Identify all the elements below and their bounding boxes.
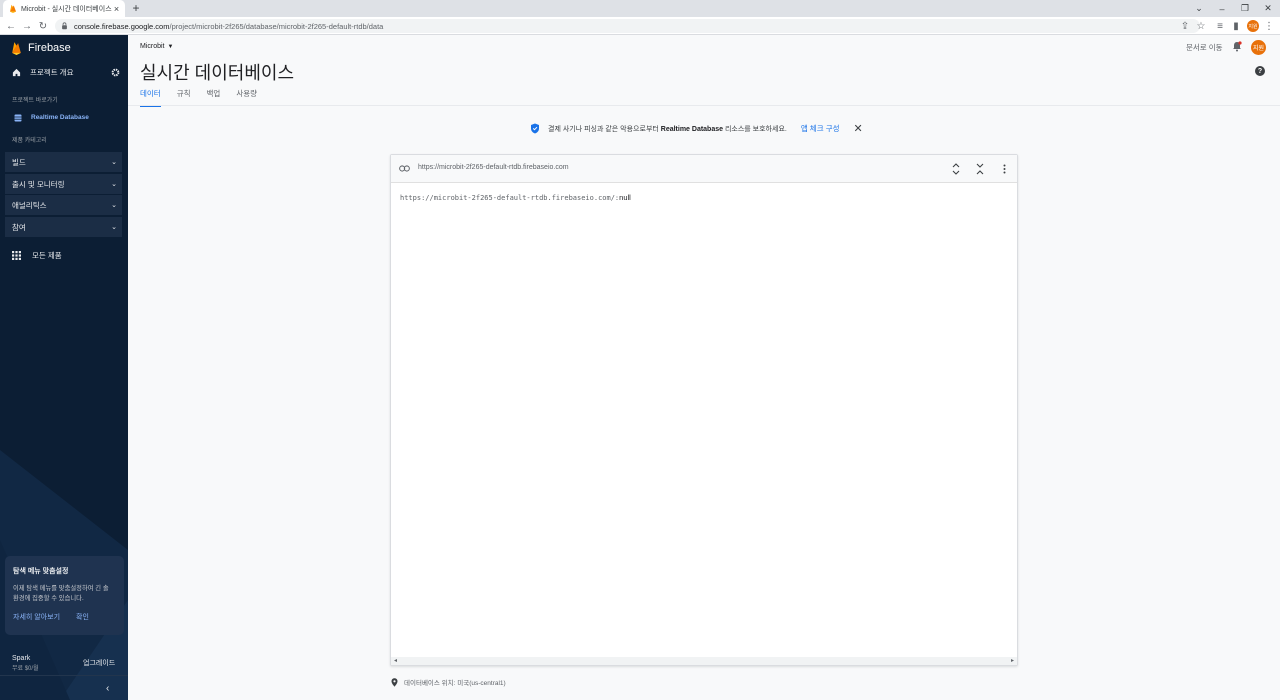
horizontal-scrollbar[interactable]: ◂ ▸ <box>391 657 1017 665</box>
sidebar-divider <box>0 675 128 676</box>
account-avatar[interactable]: 지원 <box>1251 40 1266 55</box>
shortcuts-heading: 프로젝트 바로가기 <box>12 98 58 104</box>
collapse-sidebar-icon[interactable]: ‹ <box>106 683 109 694</box>
database-viewer-header: https://microbit-2f265-default-rtdb.fire… <box>391 155 1017 183</box>
restore-icon[interactable]: ❐ <box>1233 0 1257 17</box>
brand-name: Firebase <box>28 42 71 54</box>
caret-down-icon: ▼ <box>167 43 174 50</box>
database-viewer: https://microbit-2f265-default-rtdb.fire… <box>390 154 1018 666</box>
browser-tab[interactable]: Microbit - 실시간 데이터베이스 × <box>3 0 125 17</box>
project-name: Microbit <box>140 43 165 50</box>
sidebar-item-overview[interactable]: 프로젝트 개요 <box>12 67 120 78</box>
back-icon[interactable]: ← <box>4 19 18 33</box>
chevron-down-icon: ⌄ <box>111 224 117 231</box>
tabs-divider <box>128 105 1280 106</box>
sidebar-group-label: 애널리틱스 <box>12 200 47 210</box>
database-location: 데이터베이스 위치: 미국(us-central1) <box>391 677 506 687</box>
docs-link[interactable]: 문서로 이동 <box>1186 42 1223 53</box>
gear-icon[interactable] <box>111 68 120 77</box>
home-icon <box>12 68 21 77</box>
browser-menu-icon[interactable]: ⋮ <box>1262 19 1276 33</box>
upgrade-button[interactable]: 업그레이드 <box>83 658 115 668</box>
lock-icon <box>62 22 67 30</box>
help-icon[interactable]: ? <box>1255 66 1265 76</box>
bookmark-star-icon[interactable]: ☆ <box>1194 19 1208 33</box>
sidebar-item-label: Realtime Database <box>31 114 89 121</box>
sidebar-item-realtime-database[interactable]: Realtime Database <box>0 111 128 124</box>
sidebar-group-build[interactable]: 빌드 ⌄ <box>5 152 122 172</box>
plan-name: Spark <box>12 655 31 662</box>
tab-search-icon[interactable]: ⌄ <box>1187 0 1211 17</box>
more-options-icon[interactable] <box>998 161 1010 177</box>
sidebar-group-label: 참여 <box>12 222 26 232</box>
apps-grid-icon <box>12 251 21 260</box>
configure-app-check-link[interactable]: 앱 체크 구성 <box>801 123 840 134</box>
forward-icon[interactable]: → <box>20 19 34 33</box>
database-root-node[interactable]: https://microbit-2f265-default-rtdb.fire… <box>400 193 631 202</box>
page-title: 실시간 데이터베이스 <box>140 63 295 83</box>
reading-list-icon[interactable]: ≡ <box>1213 19 1227 33</box>
firebase-flame-icon <box>12 42 21 55</box>
sidebar-group-release-monitor[interactable]: 출시 및 모니터링 ⌄ <box>5 174 122 194</box>
app-check-banner: 결제 사기나 피싱과 같은 악용으로부터 Realtime Database 리… <box>530 122 863 135</box>
url-path: /project/microbit-2f265/database/microbi… <box>169 21 384 31</box>
firebase-favicon-icon <box>10 4 16 13</box>
confirm-button[interactable]: 확인 <box>76 612 89 622</box>
chevron-down-icon: ⌄ <box>111 159 117 166</box>
close-icon[interactable]: ✕ <box>854 122 863 135</box>
sidebar-group-label: 빌드 <box>12 157 26 167</box>
sidebar-group-engage[interactable]: 참여 ⌄ <box>5 217 122 237</box>
card-title: 탐색 메뉴 맞춤설정 <box>13 568 69 575</box>
link-icon[interactable] <box>399 164 410 173</box>
url-host: console.firebase.google.com <box>74 21 170 31</box>
tab-close-icon[interactable]: × <box>112 4 121 14</box>
root-path: https://microbit-2f265-default-rtdb.fire… <box>400 194 620 202</box>
sidebar-item-label: 모든 제품 <box>32 251 62 260</box>
browser-toolbar: ← → ↻ console.firebase.google.com/projec… <box>0 17 1280 35</box>
minimize-icon[interactable]: – <box>1210 0 1234 17</box>
browser-tabstrip: Microbit - 실시간 데이터베이스 × + ⌄ – ❐ ✕ <box>0 0 1280 17</box>
side-panel-icon[interactable]: ▮ <box>1229 19 1243 33</box>
shield-icon <box>531 123 539 134</box>
card-body: 이제 탐색 메뉴를 맞춤설정하여 긴 솔 환경에 집중할 수 있습니다. <box>13 585 109 602</box>
plan-price: 무료 $0/월 <box>12 666 39 672</box>
root-value[interactable]: null <box>619 193 631 202</box>
sidebar: Firebase 프로젝트 개요 프로젝트 바로가기 Realtime Data… <box>0 35 128 700</box>
reload-icon[interactable]: ↻ <box>36 19 50 33</box>
share-icon[interactable]: ⇪ <box>1178 19 1192 33</box>
customize-nav-card: 탐색 메뉴 맞춤설정 이제 탐색 메뉴를 맞춤설정하여 긴 솔 환경에 집중할 … <box>5 556 124 635</box>
project-selector[interactable]: Microbit ▼ <box>140 43 173 50</box>
expand-all-icon[interactable] <box>950 161 962 177</box>
browser-tab-title: Microbit - 실시간 데이터베이스 <box>21 5 112 13</box>
banner-message: 결제 사기나 피싱과 같은 악용으로부터 Realtime Database 리… <box>548 125 787 133</box>
sidebar-item-label: 프로젝트 개요 <box>30 68 74 77</box>
learn-more-link[interactable]: 자세히 알아보기 <box>13 612 60 622</box>
address-bar[interactable]: console.firebase.google.com/project/micr… <box>55 19 1200 33</box>
database-url[interactable]: https://microbit-2f265-default-rtdb.fire… <box>418 164 569 171</box>
scroll-right-icon[interactable]: ▸ <box>1011 657 1014 664</box>
sidebar-item-all-products[interactable]: 모든 제품 <box>12 250 62 261</box>
window-close-icon[interactable]: ✕ <box>1256 0 1280 17</box>
plan-info: Spark 무료 $0/월 <box>12 655 39 672</box>
main-content: Microbit ▼ 문서로 이동 지원 ? 실시간 데이터베이스 데이터 규칙… <box>128 35 1280 700</box>
database-icon <box>14 114 22 121</box>
collapse-all-icon[interactable] <box>974 161 986 177</box>
location-pin-icon <box>391 677 398 687</box>
new-tab-button[interactable]: + <box>130 1 142 15</box>
sidebar-group-analytics[interactable]: 애널리틱스 ⌄ <box>5 195 122 215</box>
scroll-left-icon[interactable]: ◂ <box>394 657 397 664</box>
firebase-logo[interactable]: Firebase <box>11 41 71 55</box>
categories-heading: 제품 카테고리 <box>12 138 47 144</box>
sidebar-group-label: 출시 및 모니터링 <box>12 179 65 189</box>
browser-profile-avatar[interactable]: 지원 <box>1247 20 1259 32</box>
location-text: 데이터베이스 위치: 미국(us-central1) <box>404 680 506 687</box>
chevron-down-icon: ⌄ <box>111 181 117 188</box>
notifications-bell-icon[interactable] <box>1232 41 1242 52</box>
chevron-down-icon: ⌄ <box>111 202 117 209</box>
